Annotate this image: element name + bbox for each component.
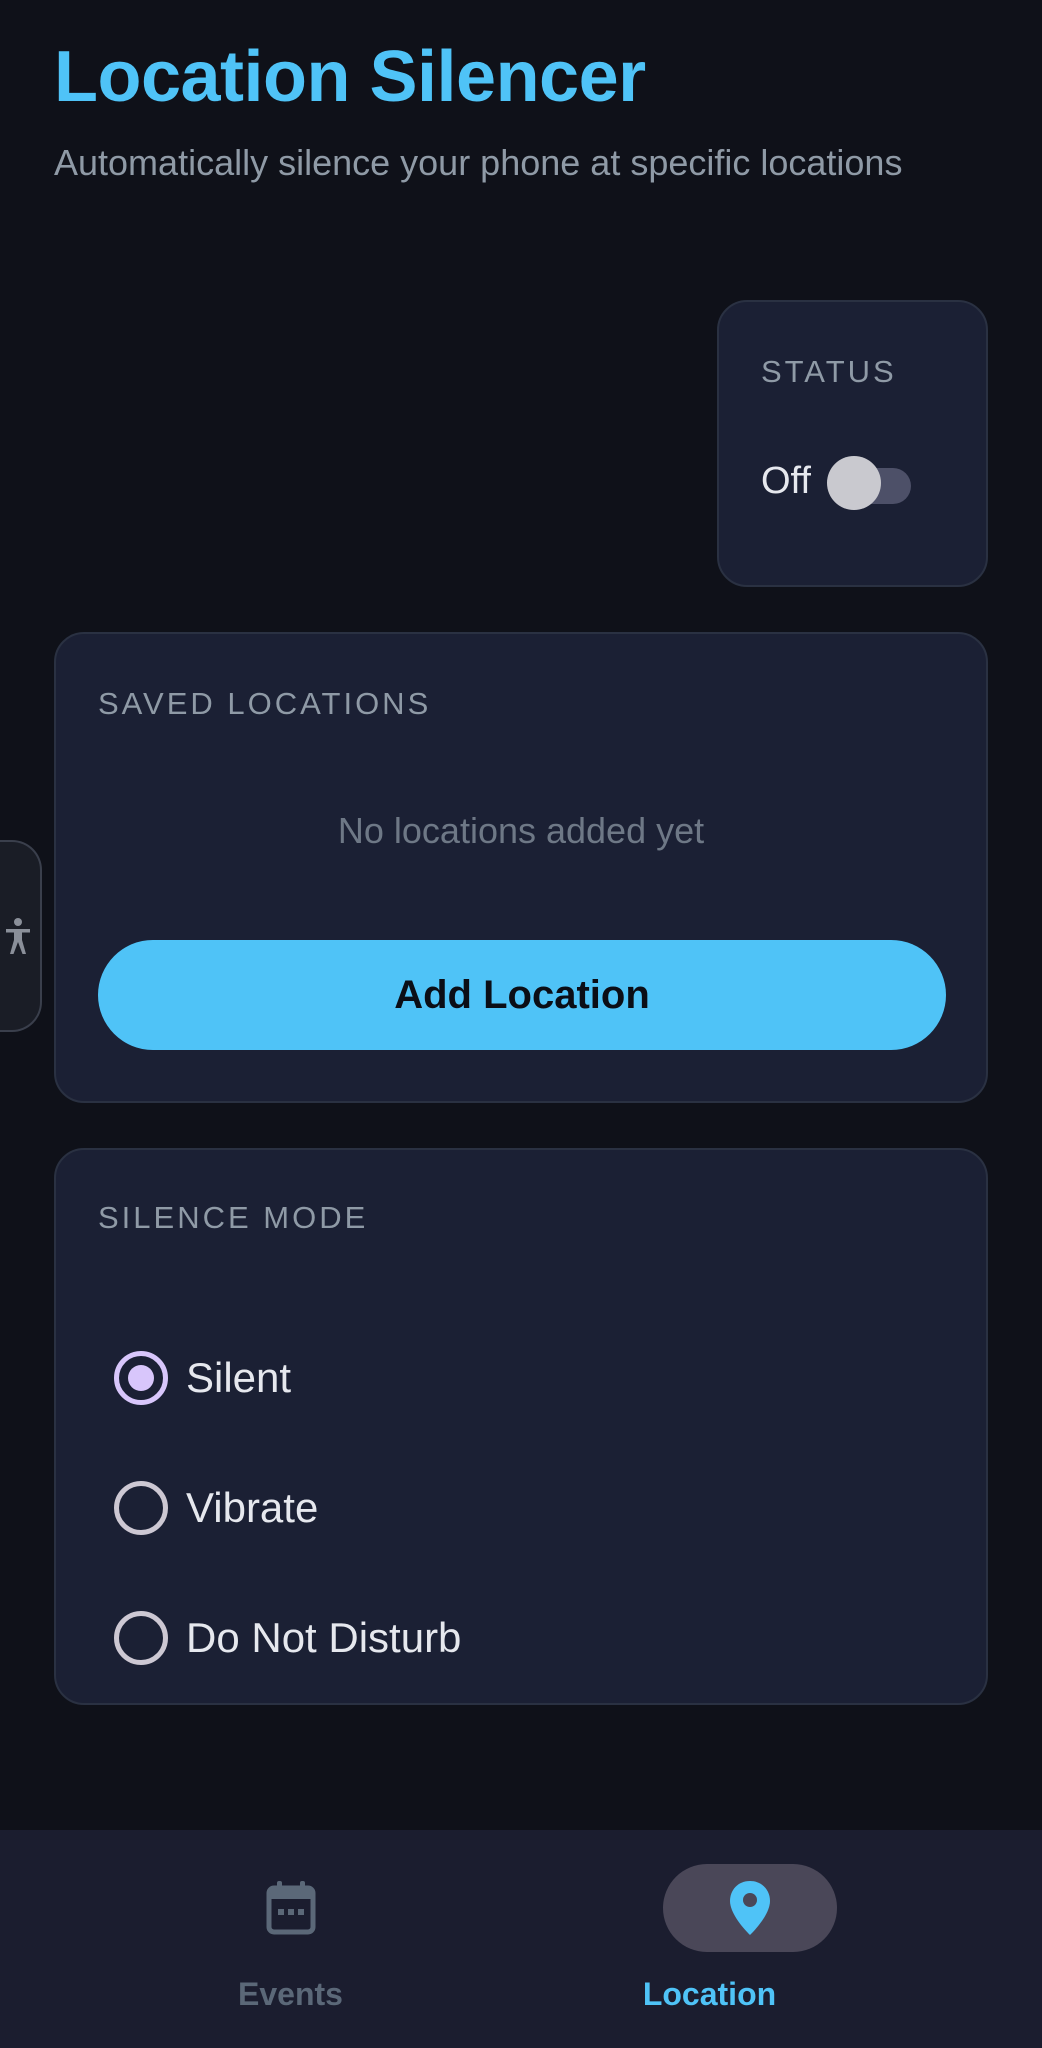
nav-item-events[interactable]: Events [0, 1830, 521, 2048]
nav-pill-events [204, 1864, 378, 1952]
radio-button-silent[interactable] [114, 1351, 168, 1405]
nav-pill-location [663, 1864, 837, 1952]
radio-button-do-not-disturb[interactable] [114, 1611, 168, 1665]
calendar-icon [266, 1881, 316, 1935]
map-pin-icon [730, 1881, 770, 1935]
nav-item-location[interactable]: Location [521, 1830, 1042, 2048]
accessibility-tab[interactable] [0, 840, 42, 1032]
saved-locations-card: SAVED LOCATIONS No locations added yet A… [54, 632, 988, 1103]
status-toggle-thumb [827, 456, 881, 510]
silence-mode-card: SILENCE MODE Silent Vibrate Do Not Distu… [54, 1148, 988, 1705]
bottom-navigation: Events Location [0, 1830, 1042, 2048]
radio-label-silent: Silent [186, 1354, 292, 1401]
add-location-button[interactable]: Add Location [98, 940, 946, 1050]
accessibility-icon [6, 918, 30, 954]
radio-label-vibrate: Vibrate [186, 1484, 319, 1531]
radio-button-vibrate[interactable] [114, 1481, 168, 1535]
radio-option-do-not-disturb[interactable]: Do Not Disturb [114, 1598, 914, 1678]
status-card: STATUS Off [717, 300, 988, 587]
saved-locations-label: SAVED LOCATIONS [98, 686, 432, 721]
status-toggle[interactable] [827, 454, 915, 510]
radio-option-silent[interactable]: Silent [114, 1338, 914, 1418]
radio-option-vibrate[interactable]: Vibrate [114, 1468, 914, 1548]
app-screen: Location Silencer Automatically silence … [0, 0, 1042, 2048]
status-value: Off [761, 460, 811, 502]
nav-label-location: Location [642, 1976, 777, 2012]
page-subtitle: Automatically silence your phone at spec… [54, 142, 903, 183]
status-label: STATUS [761, 354, 897, 389]
empty-locations-text: No locations added yet [337, 810, 705, 851]
page-title: Location Silencer [54, 37, 646, 117]
radio-label-do-not-disturb: Do Not Disturb [186, 1614, 462, 1661]
silence-mode-label: SILENCE MODE [98, 1200, 369, 1235]
